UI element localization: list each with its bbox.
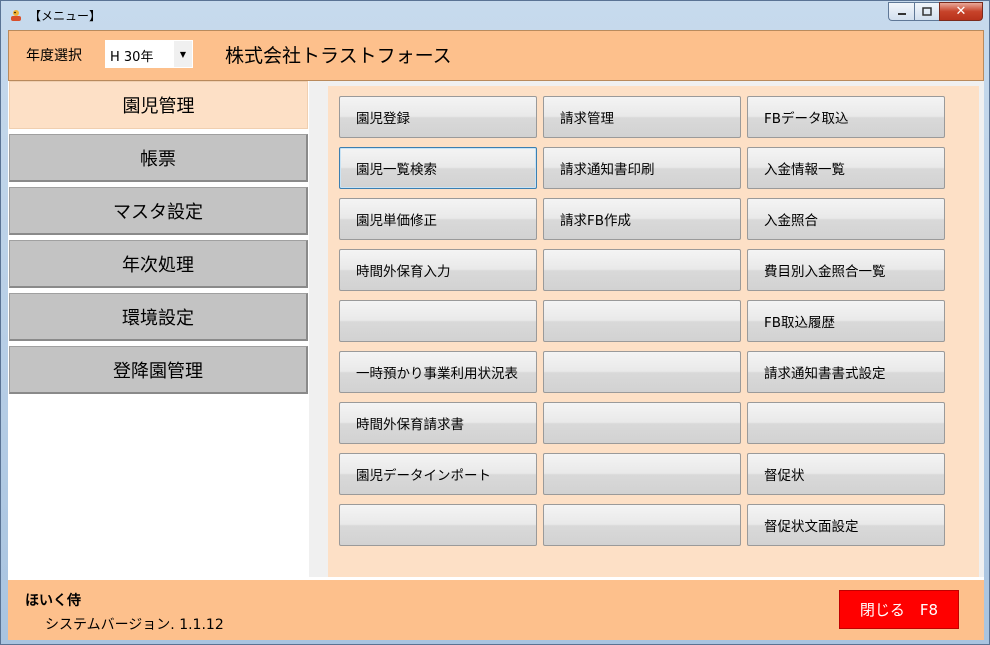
menu-button[interactable]: 督促状 xyxy=(747,453,945,495)
menu-button[interactable] xyxy=(339,504,537,546)
year-label: 年度選択 xyxy=(26,48,82,64)
menu-button[interactable]: 督促状文面設定 xyxy=(747,504,945,546)
sidebar-item-master[interactable]: マスタ設定 xyxy=(9,187,308,235)
maximize-icon xyxy=(922,7,932,16)
minimize-icon xyxy=(897,12,906,15)
menu-button[interactable]: 請求FB作成 xyxy=(543,198,741,240)
menu-button[interactable]: FB取込履歴 xyxy=(747,300,945,342)
menu-button[interactable]: 請求通知書印刷 xyxy=(543,147,741,189)
sidebar-item-enji-kanri[interactable]: 園児管理 xyxy=(9,81,308,129)
menu-button[interactable] xyxy=(543,300,741,342)
menu-button[interactable] xyxy=(543,249,741,291)
dropdown-arrow-icon[interactable]: ▼ xyxy=(174,41,192,67)
menu-button[interactable] xyxy=(543,504,741,546)
year-select[interactable]: H 30年 ▼ xyxy=(105,40,193,68)
app-name: ほいく侍 xyxy=(25,593,81,609)
company-name: 株式会社トラストフォース xyxy=(225,45,452,67)
menu-button[interactable]: 入金情報一覧 xyxy=(747,147,945,189)
sidebar-item-nenji[interactable]: 年次処理 xyxy=(9,240,308,288)
close-icon: ✕ xyxy=(955,4,967,19)
minimize-button[interactable] xyxy=(888,2,914,21)
sidebar-item-chohyo[interactable]: 帳票 xyxy=(9,134,308,182)
menu-button[interactable] xyxy=(543,402,741,444)
menu-button[interactable]: 園児データインポート xyxy=(339,453,537,495)
menu-window: 【メニュー】 ✕ 年度選択 H 30年 ▼ 株式会社トラストフォース 園児管理 … xyxy=(0,0,990,645)
client-area: 年度選択 H 30年 ▼ 株式会社トラストフォース 園児管理 帳票 マスタ設定 … xyxy=(8,30,984,640)
window-title: 【メニュー】 xyxy=(29,9,102,23)
system-version: システムバージョン. 1.1.12 xyxy=(45,617,224,633)
menu-button[interactable]: 園児一覧検索 xyxy=(339,147,537,189)
app-icon xyxy=(11,10,21,21)
menu-button[interactable]: 時間外保育請求書 xyxy=(339,402,537,444)
menu-button[interactable]: 園児登録 xyxy=(339,96,537,138)
maximize-button[interactable] xyxy=(914,2,939,21)
header-bar: 年度選択 H 30年 ▼ 株式会社トラストフォース xyxy=(8,30,984,81)
footer-bar: ほいく侍 システムバージョン. 1.1.12 閉じる F8 xyxy=(8,577,984,640)
menu-button[interactable]: 一時預かり事業利用状況表 xyxy=(339,351,537,393)
menu-button[interactable]: 請求通知書書式設定 xyxy=(747,351,945,393)
sidebar: 園児管理 帳票 マスタ設定 年次処理 環境設定 登降園管理 xyxy=(8,81,309,580)
menu-button[interactable]: 請求管理 xyxy=(543,96,741,138)
close-f8-button[interactable]: 閉じる F8 xyxy=(839,590,959,629)
title-bar[interactable]: 【メニュー】 ✕ xyxy=(1,1,989,29)
sidebar-item-kankyo[interactable]: 環境設定 xyxy=(9,293,308,341)
close-window-button[interactable]: ✕ xyxy=(939,2,983,21)
menu-button[interactable] xyxy=(543,351,741,393)
menu-button[interactable] xyxy=(747,402,945,444)
sidebar-item-tokoen[interactable]: 登降園管理 xyxy=(9,346,308,394)
menu-button-panel: 園児登録 請求管理 FBデータ取込 園児一覧検索 請求通知書印刷 入金情報一覧 … xyxy=(328,86,979,577)
menu-button[interactable]: 費目別入金照合一覧 xyxy=(747,249,945,291)
menu-button[interactable]: FBデータ取込 xyxy=(747,96,945,138)
menu-button[interactable]: 時間外保育入力 xyxy=(339,249,537,291)
year-select-value: H 30年 xyxy=(110,50,154,65)
menu-button[interactable]: 園児単価修正 xyxy=(339,198,537,240)
window-controls: ✕ xyxy=(888,2,983,21)
menu-button[interactable] xyxy=(339,300,537,342)
menu-button[interactable]: 入金照合 xyxy=(747,198,945,240)
menu-button[interactable] xyxy=(543,453,741,495)
